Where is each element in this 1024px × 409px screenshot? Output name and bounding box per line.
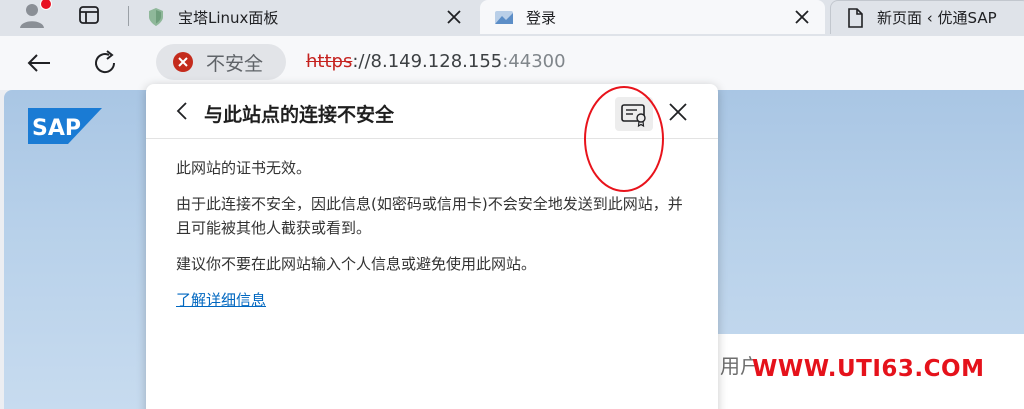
tab-login[interactable]: 登录	[480, 0, 825, 34]
tab-title: 宝塔Linux面板	[178, 8, 279, 27]
tab-title: 登录	[526, 8, 557, 27]
insecure-icon	[173, 52, 193, 72]
cert-invalid-text: 此网站的证书无效。	[176, 159, 312, 177]
sap-logo-text: SAP	[32, 116, 81, 141]
security-label: 不安全	[206, 52, 264, 75]
watermark-text: WWW.UTI63.COM	[752, 356, 985, 382]
close-icon[interactable]	[443, 6, 465, 28]
tab-strip: 宝塔Linux面板 登录 新页面 ‹ 优通SAP	[0, 0, 1024, 36]
notification-dot	[40, 0, 52, 10]
certificate-icon	[621, 104, 646, 128]
url-port: :44300	[502, 51, 566, 72]
tab-title: 新页面 ‹ 优通SAP	[877, 9, 997, 27]
tab-baota[interactable]: 宝塔Linux面板	[132, 0, 477, 34]
profile-avatar[interactable]	[16, 0, 52, 30]
popup-title: 与此站点的连接不安全	[204, 104, 395, 126]
page-icon	[848, 7, 863, 28]
url-display[interactable]: https://8.149.128.155:44300	[306, 51, 566, 72]
tab-actions-icon[interactable]	[78, 4, 100, 26]
chevron-left-icon[interactable]	[172, 100, 194, 122]
url-host: 8.149.128.155	[370, 51, 503, 72]
sap-logo: SAP	[28, 108, 102, 144]
close-icon[interactable]	[666, 100, 690, 124]
close-icon[interactable]	[791, 6, 813, 28]
shield-icon	[149, 8, 163, 26]
tab-new-page[interactable]: 新页面 ‹ 优通SAP	[830, 0, 1024, 34]
address-toolbar: 不安全 https://8.149.128.155:44300	[0, 36, 1024, 90]
back-arrow-icon[interactable]	[24, 48, 54, 78]
insecure-explanation-text: 由于此连接不安全，因此信息(如密码或信用卡)不会安全地发送到此网站，并且可能被其…	[176, 195, 683, 237]
site-info-popup: 与此站点的连接不安全 此网站的证书无效。 由于此连接不安全，因此信息(如密码或信…	[146, 84, 718, 409]
security-indicator[interactable]: 不安全	[156, 44, 286, 80]
sap-favicon-icon	[495, 11, 513, 24]
popup-body: 此网站的证书无效。 由于此连接不安全，因此信息(如密码或信用卡)不会安全地发送到…	[176, 156, 696, 312]
refresh-icon[interactable]	[90, 48, 120, 78]
popup-header: 与此站点的连接不安全	[146, 84, 718, 139]
url-scheme: https	[306, 51, 353, 72]
tab-separator	[128, 6, 129, 26]
advice-text: 建议你不要在此网站输入个人信息或避免使用此网站。	[176, 255, 537, 273]
url-separator: ://	[352, 51, 371, 72]
certificate-button[interactable]	[615, 97, 653, 131]
learn-more-link[interactable]: 了解详细信息	[176, 288, 266, 312]
